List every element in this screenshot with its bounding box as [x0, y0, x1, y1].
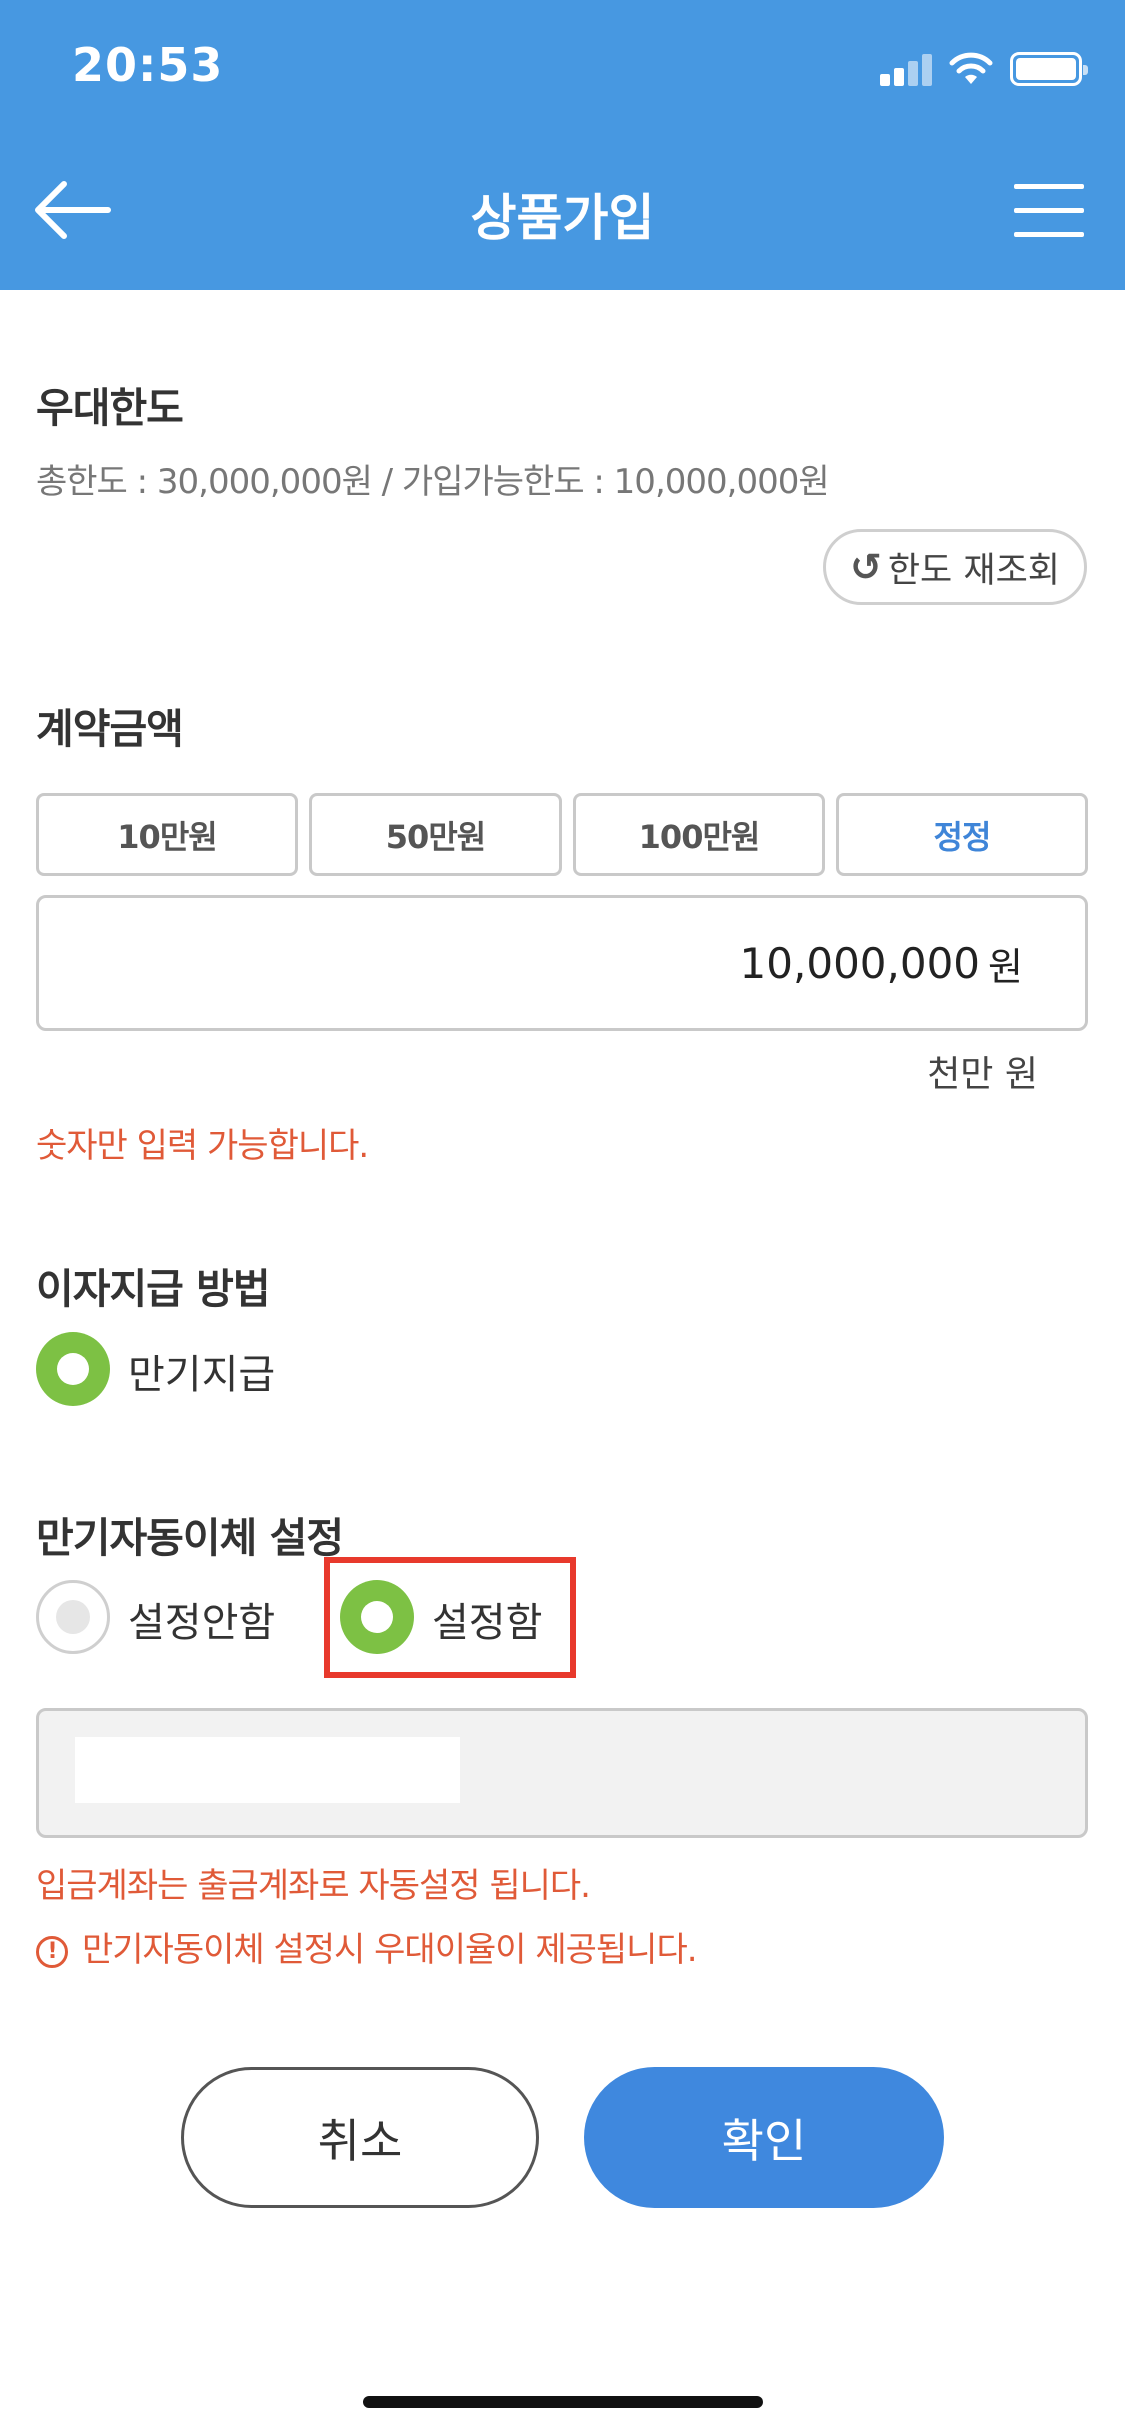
interest-section-title: 이자지급 방법 [36, 1265, 271, 1313]
auto-transfer-off-label: 설정안함 [128, 1600, 276, 1646]
selection-highlight-box [324, 1557, 576, 1678]
amount-value: 10,000,000 [739, 938, 981, 988]
preferential-rate-text: 만기자동이체 설정시 우대이율이 제공됩니다. [82, 1930, 698, 1970]
add-100k-button[interactable]: 10만원 [36, 793, 298, 876]
deposit-account-value [75, 1737, 460, 1803]
auto-transfer-section-title: 만기자동이체 설정 [36, 1514, 344, 1562]
page-title: 상품가입 [470, 189, 655, 247]
status-time: 20:53 [72, 38, 224, 92]
interest-maturity-radio[interactable] [36, 1332, 110, 1406]
refresh-icon: ↺ [850, 545, 882, 589]
deposit-account-field[interactable] [36, 1708, 1088, 1838]
limit-refresh-button[interactable]: ↺ 한도 재조회 [823, 529, 1087, 605]
deposit-account-notice: 입금계좌는 출금계좌로 자동설정 됩니다. [36, 1866, 591, 1906]
amount-unit: 원 [988, 944, 1023, 989]
home-indicator[interactable] [363, 2396, 763, 2408]
add-1m-button[interactable]: 100만원 [573, 793, 825, 876]
battery-icon [1010, 52, 1088, 86]
limit-refresh-label: 한도 재조회 [887, 550, 1060, 591]
contract-section-title: 계약금액 [36, 705, 184, 753]
wifi-icon [949, 52, 993, 84]
auto-transfer-off-radio[interactable] [36, 1580, 110, 1654]
correct-button[interactable]: 정정 [836, 793, 1088, 876]
app-header: 20:53 상품가입 [0, 0, 1125, 290]
add-500k-button[interactable]: 50만원 [309, 793, 562, 876]
interest-maturity-label: 만기지급 [128, 1352, 276, 1398]
hamburger-menu-icon[interactable] [1010, 180, 1086, 240]
amount-korean-text: 천만 원 [927, 1054, 1038, 1095]
confirm-button[interactable]: 확인 [584, 2067, 944, 2208]
warning-icon: ! [36, 1935, 68, 1968]
preferential-rate-notice: ! 만기자동이체 설정시 우대이율이 제공됩니다. [36, 1922, 698, 1971]
cancel-button[interactable]: 취소 [181, 2067, 539, 2208]
amount-error-message: 숫자만 입력 가능합니다. [36, 1126, 369, 1166]
amount-input[interactable]: 10,000,000 원 [36, 895, 1088, 1031]
limit-section-title: 우대한도 [36, 384, 184, 432]
limit-description: 총한도 : 30,000,000원 / 가입가능한도 : 10,000,000원 [36, 462, 830, 502]
cellular-signal-icon [880, 52, 934, 86]
